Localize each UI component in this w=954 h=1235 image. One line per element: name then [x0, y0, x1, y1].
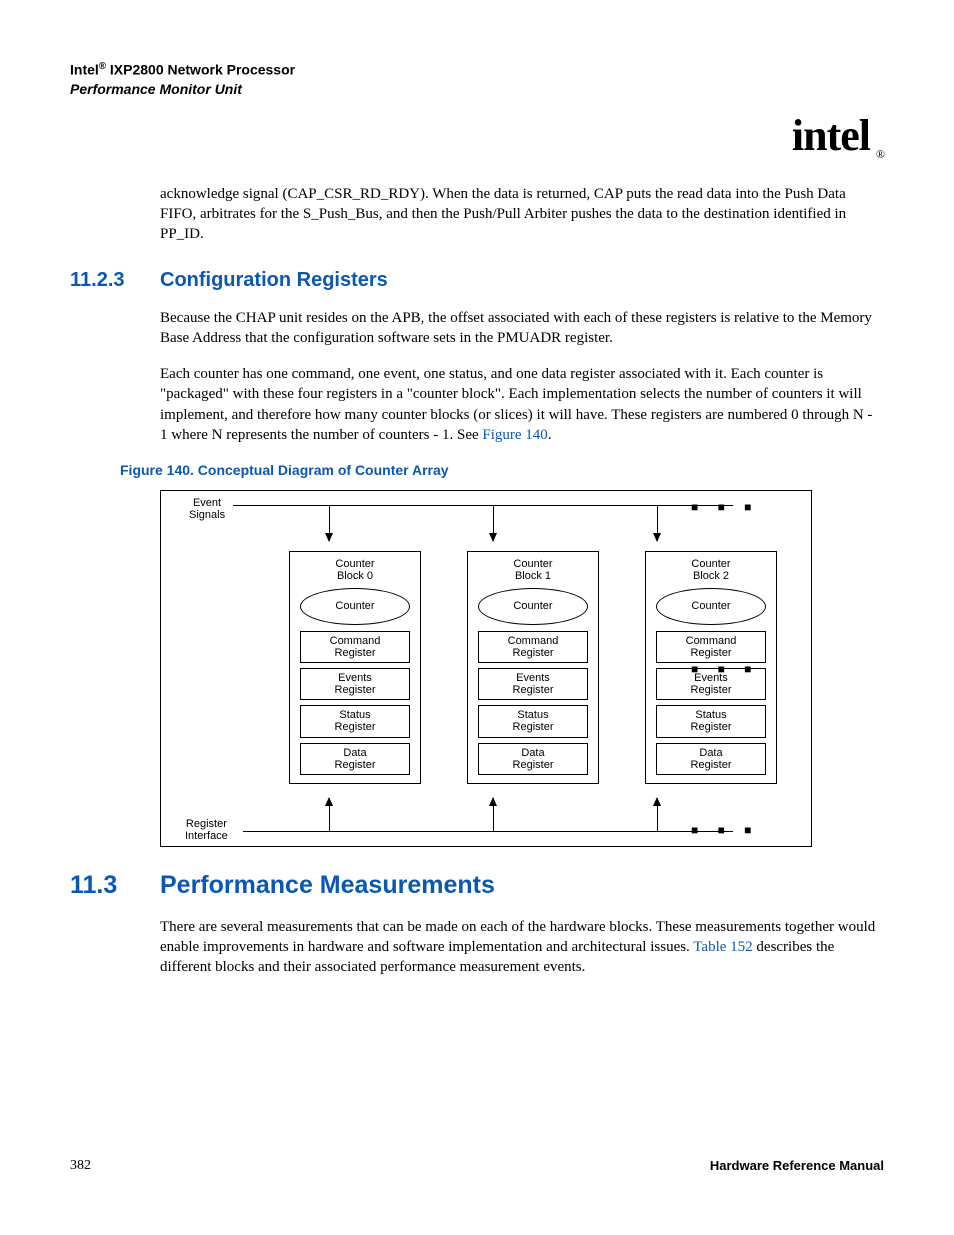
data-register: DataRegister: [300, 743, 410, 775]
figure-caption: Figure 140. Conceptual Diagram of Counte…: [120, 461, 884, 480]
events-register: EventsRegister: [300, 668, 410, 700]
registered-mark: ®: [99, 61, 106, 72]
ellipsis-mid-icon: ■ ■ ■: [691, 661, 759, 677]
header-subtitle: Performance Monitor Unit: [70, 80, 884, 99]
status-register: StatusRegister: [478, 705, 588, 737]
config-para-2: Each counter has one command, one event,…: [160, 364, 880, 445]
counter-block-0: CounterBlock 0 Counter CommandRegister E…: [289, 551, 421, 784]
counter-block-1: CounterBlock 1 Counter CommandRegister E…: [467, 551, 599, 784]
logo-text: intel: [792, 111, 870, 160]
data-register: DataRegister: [478, 743, 588, 775]
event-signals-label: Event Signals: [189, 497, 225, 521]
ellipsis-top-icon: ■ ■ ■: [691, 499, 759, 515]
ellipsis-bottom-icon: ■ ■ ■: [691, 822, 759, 838]
arrow-down-icon: [657, 505, 658, 541]
arrow-up-icon: [657, 798, 658, 832]
logo-row: intel ®: [70, 106, 884, 165]
config-para-1: Because the CHAP unit resides on the APB…: [160, 308, 880, 349]
doc-title: Hardware Reference Manual: [710, 1157, 884, 1176]
header-product: Intel® IXP2800 Network Processor: [70, 60, 884, 80]
status-register: StatusRegister: [656, 705, 766, 737]
arrow-up-icon: [329, 798, 330, 832]
arrow-down-icon: [493, 505, 494, 541]
section-number: 11.3: [70, 869, 130, 903]
events-register: EventsRegister: [478, 668, 588, 700]
para2-post: .: [548, 427, 552, 443]
table-152-link[interactable]: Table 152: [693, 939, 752, 955]
section-number: 11.2.3: [70, 267, 130, 294]
intro-paragraph: acknowledge signal (CAP_CSR_RD_RDY). Whe…: [160, 184, 880, 245]
section-11-3-heading: 11.3 Performance Measurements: [70, 869, 884, 903]
page-footer: 382 Hardware Reference Manual: [70, 1157, 884, 1176]
register-bus-line: [243, 831, 733, 832]
data-register: DataRegister: [656, 743, 766, 775]
section-title: Performance Measurements: [160, 869, 495, 903]
section-title: Configuration Registers: [160, 267, 388, 294]
header-product-name: IXP2800 Network Processor: [106, 62, 295, 78]
counter-array-diagram: Event Signals ■ ■ ■ CounterBlock 0 Count…: [160, 490, 812, 847]
perf-para: There are several measurements that can …: [160, 917, 880, 978]
status-register: StatusRegister: [300, 705, 410, 737]
command-register: CommandRegister: [300, 631, 410, 663]
register-interface-label: Register Interface: [185, 818, 228, 842]
header-brand: Intel: [70, 62, 99, 78]
arrow-down-icon: [329, 505, 330, 541]
command-register: CommandRegister: [478, 631, 588, 663]
page-number: 382: [70, 1157, 91, 1176]
logo-registered-icon: ®: [876, 146, 884, 162]
intel-logo: intel ®: [792, 106, 884, 165]
event-bus-line: [233, 505, 733, 506]
section-11-2-3-heading: 11.2.3 Configuration Registers: [70, 267, 884, 294]
arrow-up-icon: [493, 798, 494, 832]
page-header: Intel® IXP2800 Network Processor Perform…: [70, 60, 884, 98]
counter-oval: Counter: [478, 588, 588, 625]
counter-oval: Counter: [300, 588, 410, 625]
figure-140-link[interactable]: Figure 140: [482, 427, 547, 443]
command-register: CommandRegister: [656, 631, 766, 663]
counter-oval: Counter: [656, 588, 766, 625]
